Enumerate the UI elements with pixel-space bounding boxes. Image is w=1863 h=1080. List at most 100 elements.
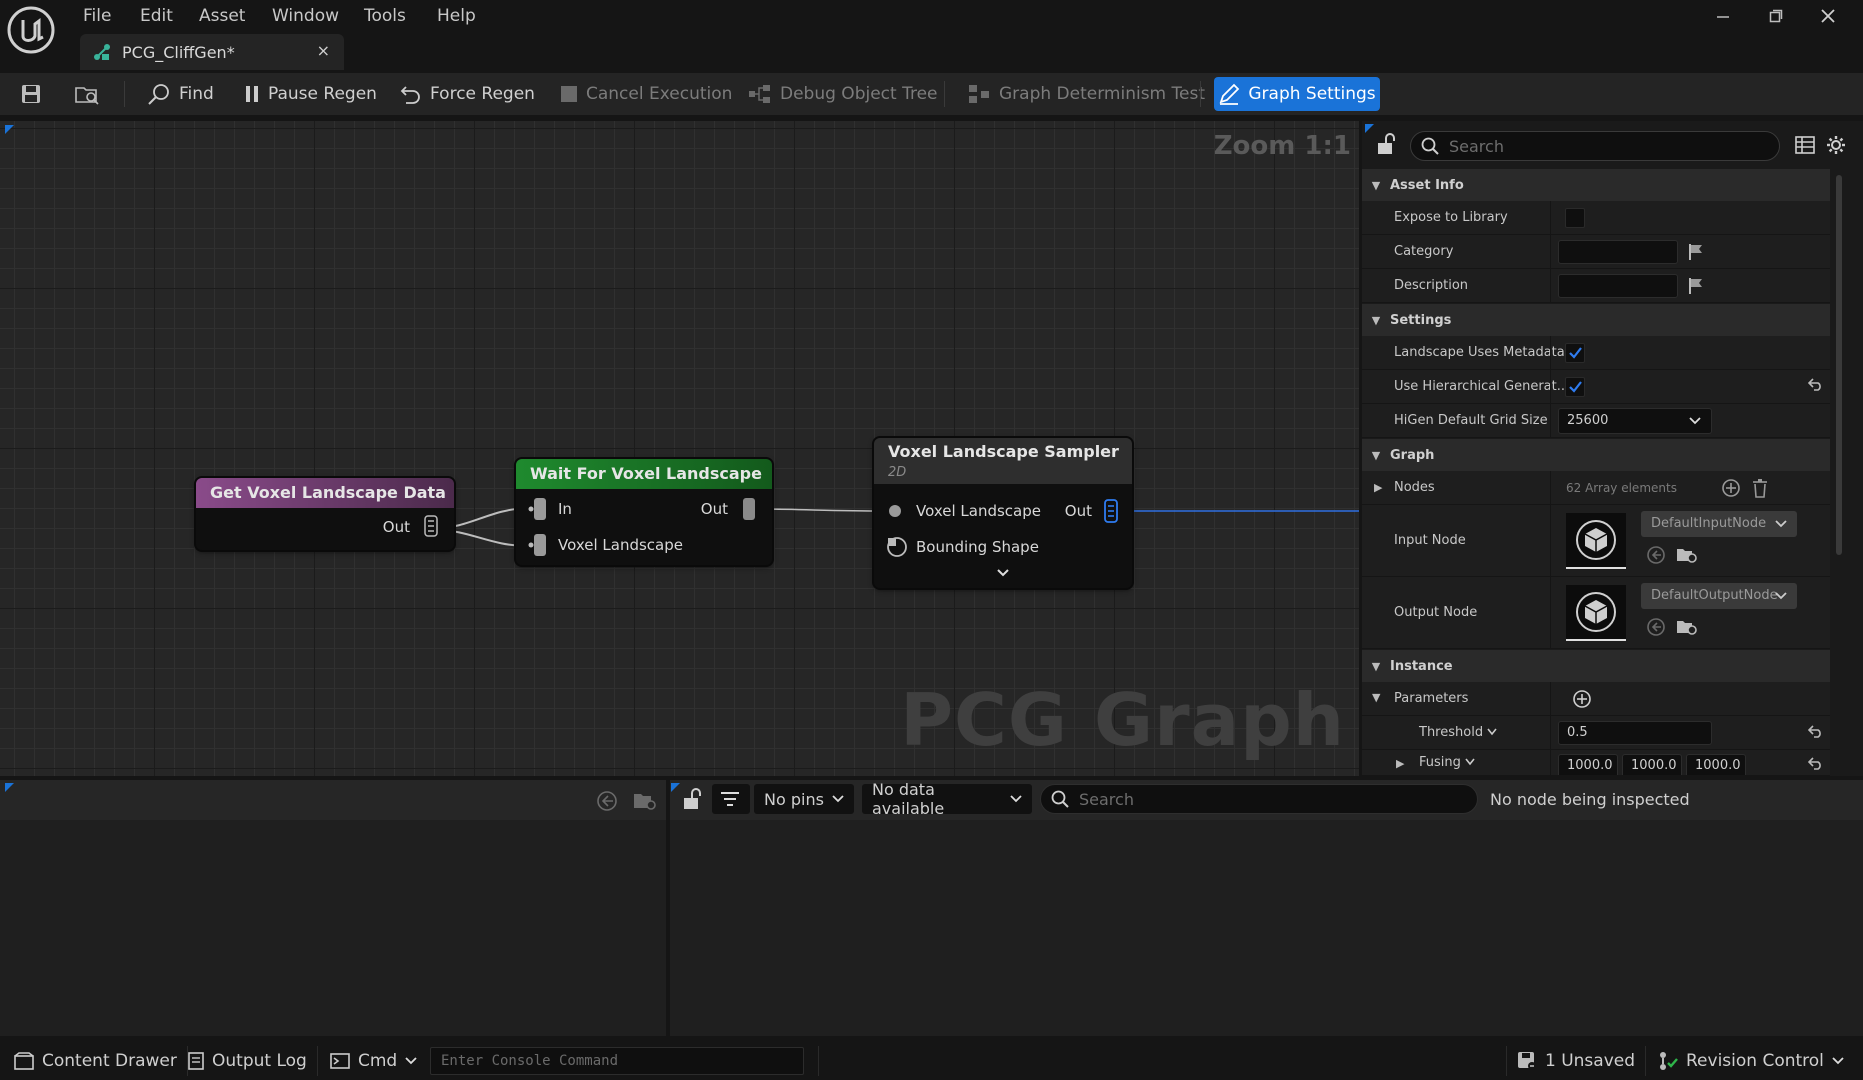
cmd-dropdown[interactable]: Cmd [320, 1046, 427, 1076]
add-element-icon[interactable] [1721, 478, 1741, 498]
reset-to-default-icon[interactable] [1808, 756, 1824, 770]
collapse-arrow-icon: ▼ [1371, 313, 1381, 327]
expand-arrow-icon[interactable]: ▶ [1396, 757, 1404, 770]
out-pin-icon[interactable] [742, 497, 756, 521]
unreal-logo-icon[interactable] [7, 6, 55, 54]
graph-determinism-test-button[interactable]: Graph Determinism Test [967, 78, 1205, 110]
graph-settings-button[interactable]: Graph Settings [1214, 77, 1380, 111]
unsaved-label: 1 Unsaved [1545, 1051, 1636, 1071]
voxel-landscape-pin-icon[interactable] [528, 533, 550, 557]
flag-icon[interactable] [1688, 243, 1704, 261]
menu-edit[interactable]: Edit [140, 4, 173, 28]
row-output-node: Output Node DefaultOutputNode [1362, 577, 1830, 649]
row-higen-default-grid-size: HiGen Default Grid Size 25600 [1362, 404, 1830, 438]
toolbar-divider [124, 81, 125, 107]
graph-canvas[interactable]: Zoom 1:1 PCG Graph Get Voxel Landscape D… [0, 121, 1359, 776]
bounding-shape-pin-icon[interactable] [886, 536, 908, 558]
trash-icon[interactable] [1752, 478, 1768, 498]
output-node-dropdown[interactable]: DefaultOutputNode [1641, 583, 1797, 609]
collapse-arrow-icon: ▼ [1371, 178, 1381, 192]
determinism-icon [967, 83, 991, 105]
node-voxel-landscape-sampler[interactable]: Voxel Landscape Sampler 2D Voxel Landsca… [874, 438, 1132, 588]
find-button[interactable]: Find [147, 78, 214, 110]
menu-tools[interactable]: Tools [364, 4, 406, 28]
category-instance[interactable]: ▼ Instance [1362, 650, 1830, 682]
close-window-icon[interactable] [1808, 2, 1848, 30]
browse-folder-icon[interactable] [1676, 545, 1698, 565]
inspector-search-input[interactable]: Search [1040, 784, 1478, 814]
expand-chevron-icon[interactable] [996, 568, 1010, 578]
chevron-down-icon [1832, 1057, 1844, 1065]
higen-grid-size-dropdown[interactable]: 25600 [1558, 408, 1712, 434]
fusing-x-input[interactable]: 1000.0 [1558, 754, 1618, 775]
menu-file[interactable]: File [83, 4, 111, 28]
revision-control-button[interactable]: Revision Control [1648, 1046, 1854, 1076]
expand-arrow-icon[interactable]: ▶ [1374, 481, 1382, 494]
out-pin-label: Out [700, 500, 728, 518]
category-settings[interactable]: ▼ Settings [1362, 304, 1830, 336]
data-dropdown[interactable]: No data available [862, 780, 1032, 818]
output-log-button[interactable]: Output Log [178, 1046, 318, 1076]
fusing-y-input[interactable]: 1000.0 [1622, 754, 1682, 775]
expose-to-library-checkbox[interactable] [1565, 208, 1585, 228]
browse-folder-icon[interactable] [1676, 617, 1698, 637]
category-input[interactable] [1558, 240, 1678, 264]
input-node-dropdown[interactable]: DefaultInputNode [1641, 511, 1797, 537]
details-search-input[interactable]: Search [1410, 131, 1780, 161]
debug-object-tree-button[interactable]: Debug Object Tree [748, 78, 938, 110]
flag-icon[interactable] [1688, 277, 1704, 295]
use-hierarchical-generation-checkbox[interactable] [1565, 377, 1585, 397]
console-command-input[interactable]: Enter Console Command [430, 1047, 804, 1075]
minimize-icon[interactable] [1703, 2, 1743, 30]
use-selected-icon[interactable] [1646, 545, 1666, 565]
save-icon[interactable] [20, 78, 42, 110]
threshold-label[interactable]: Threshold [1419, 725, 1497, 740]
pins-dropdown[interactable]: No pins [754, 784, 854, 814]
threshold-input[interactable]: 0.5 [1558, 721, 1712, 745]
asset-tab[interactable]: PCG_CliffGen* × [80, 34, 344, 70]
fusing-label[interactable]: Fusing [1419, 755, 1475, 770]
menu-asset[interactable]: Asset [199, 4, 245, 28]
tab-close-icon[interactable]: × [317, 41, 330, 60]
filter-button[interactable] [712, 784, 750, 814]
landscape-uses-metadata-checkbox[interactable] [1565, 343, 1585, 363]
input-node-thumbnail[interactable] [1566, 513, 1626, 569]
voxel-landscape-pin-icon[interactable] [888, 504, 902, 518]
output-node-thumbnail[interactable] [1566, 585, 1626, 641]
find-icon [147, 83, 171, 105]
cancel-execution-button[interactable]: Cancel Execution [560, 78, 732, 110]
use-selected-icon[interactable] [1646, 617, 1666, 637]
pause-regen-button[interactable]: Pause Regen [244, 78, 377, 110]
revision-control-label: Revision Control [1686, 1051, 1824, 1071]
content-drawer-button[interactable]: Content Drawer [4, 1046, 188, 1076]
restore-icon[interactable] [1756, 2, 1796, 30]
use-selected-icon[interactable] [596, 790, 618, 812]
unsaved-button[interactable]: 1 Unsaved [1506, 1046, 1647, 1076]
lock-icon[interactable] [1376, 133, 1396, 155]
menu-help[interactable]: Help [437, 4, 476, 28]
force-regen-button[interactable]: Force Regen [400, 78, 535, 110]
category-graph[interactable]: ▼ Graph [1362, 439, 1830, 471]
out-pin-icon[interactable] [1104, 499, 1118, 523]
tree-icon [748, 84, 772, 104]
collapse-arrow-icon[interactable]: ▼ [1372, 691, 1380, 704]
add-parameter-icon[interactable] [1572, 689, 1592, 709]
description-input[interactable] [1558, 274, 1678, 298]
in-pin-icon[interactable] [528, 497, 550, 521]
reset-to-default-icon[interactable] [1808, 377, 1824, 391]
row-label: Parameters [1394, 691, 1469, 706]
reset-to-default-icon[interactable] [1808, 724, 1824, 738]
table-view-icon[interactable] [1795, 136, 1815, 154]
menu-window[interactable]: Window [272, 4, 339, 28]
category-asset-info[interactable]: ▼ Asset Info [1362, 169, 1830, 201]
browse-asset-icon[interactable] [74, 78, 100, 110]
gear-icon[interactable] [1826, 135, 1846, 155]
details-scrollbar[interactable] [1836, 171, 1844, 771]
browse-folder-icon[interactable] [633, 790, 657, 812]
node-wait-for-voxel-landscape[interactable]: Wait For Voxel Landscape In Out Voxel La… [516, 459, 772, 565]
out-pin-icon[interactable] [424, 515, 438, 537]
lock-icon[interactable] [682, 788, 702, 810]
fusing-z-input[interactable]: 1000.0 [1686, 754, 1746, 775]
node-get-voxel-landscape-data[interactable]: Get Voxel Landscape Data Out [196, 478, 454, 550]
category-label: Graph [1390, 447, 1435, 463]
